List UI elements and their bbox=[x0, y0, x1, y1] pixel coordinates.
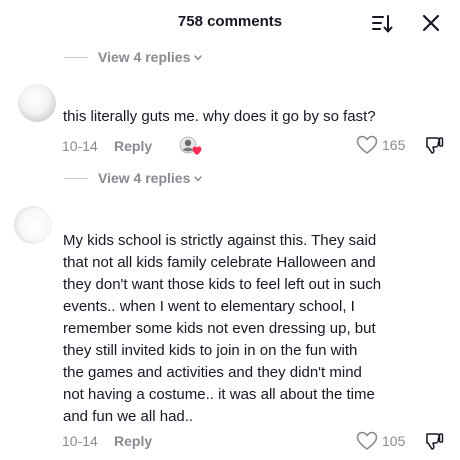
comment-line: My kids school is strictly against this.… bbox=[63, 232, 377, 249]
like-count: 105 bbox=[382, 433, 406, 449]
view-replies-label: View 4 replies bbox=[98, 170, 191, 186]
dislike-icon[interactable] bbox=[424, 431, 444, 451]
avatar[interactable] bbox=[14, 206, 52, 244]
view-replies-label: View 4 replies bbox=[98, 49, 191, 65]
reply-button[interactable]: Reply bbox=[114, 138, 152, 154]
comment-line: events.. when I went to elementary schoo… bbox=[63, 298, 355, 315]
comment-text: this literally guts me. why does it go b… bbox=[63, 108, 376, 125]
comment-line: they don't want those kids to feel left … bbox=[63, 276, 382, 293]
comment-line: that not all kids family celebrate Hallo… bbox=[63, 254, 376, 271]
like-button[interactable]: 105 bbox=[356, 430, 405, 452]
comment-text: My kids school is strictly against this.… bbox=[63, 230, 448, 428]
like-count: 165 bbox=[382, 137, 406, 153]
dislike-icon[interactable] bbox=[424, 135, 444, 155]
comment-line: not having a costume.. it was all about … bbox=[63, 386, 375, 403]
view-replies-toggle[interactable]: View 4 replies bbox=[64, 168, 203, 188]
like-button[interactable]: 165 bbox=[356, 134, 405, 156]
heart-outline-icon bbox=[356, 431, 378, 450]
chevron-down-icon bbox=[194, 55, 203, 61]
replies-divider bbox=[64, 177, 88, 179]
comment-line: the games and activities and they didn't… bbox=[63, 364, 362, 381]
view-replies-toggle[interactable]: View 4 replies bbox=[64, 47, 203, 67]
comment-line: they still invited kids to join in on th… bbox=[63, 342, 358, 359]
reply-button[interactable]: Reply bbox=[114, 433, 152, 449]
creator-liked-badge bbox=[179, 136, 202, 155]
comment-line: remember some kids not even dressing up,… bbox=[63, 320, 376, 337]
comment-meta: 10-14 Reply bbox=[62, 136, 206, 156]
comments-header: 758 comments bbox=[0, 0, 460, 46]
comment-date: 10-14 bbox=[62, 433, 98, 449]
close-icon[interactable] bbox=[420, 12, 442, 34]
comment-meta: 10-14 Reply bbox=[62, 431, 152, 451]
replies-divider bbox=[64, 56, 88, 58]
sort-icon[interactable] bbox=[370, 12, 394, 36]
chevron-down-icon bbox=[194, 176, 203, 182]
heart-outline-icon bbox=[356, 135, 378, 154]
comment-line: and fun we all had.. bbox=[63, 408, 194, 425]
comment-date: 10-14 bbox=[62, 138, 98, 154]
avatar[interactable] bbox=[18, 84, 56, 122]
